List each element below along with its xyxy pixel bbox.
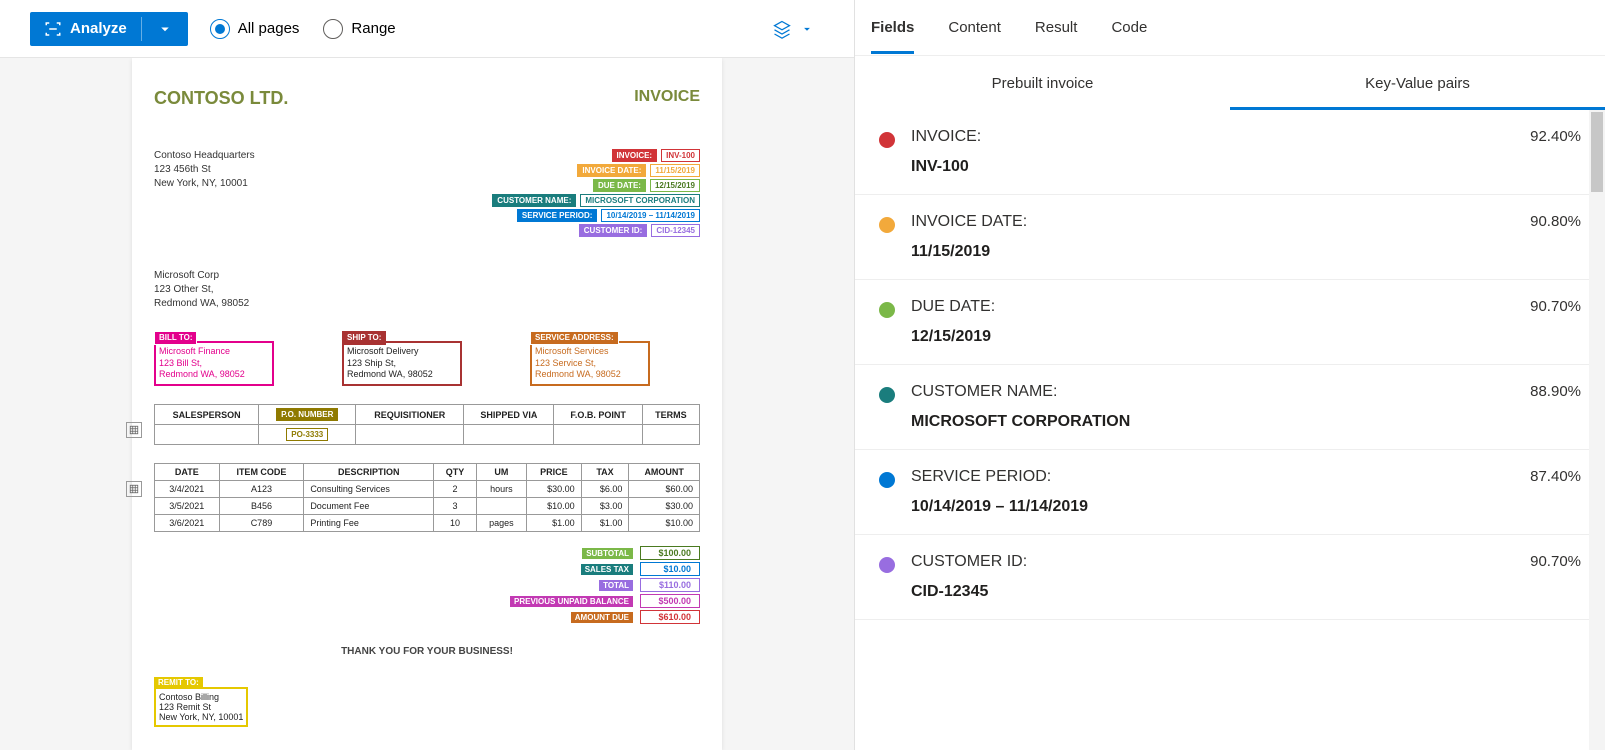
chevron-down-icon xyxy=(800,22,814,36)
bill-to-box: BILL TO: Microsoft Finance123 Bill St,Re… xyxy=(154,341,274,386)
tab-code[interactable]: Code xyxy=(1111,19,1147,36)
invoice-meta: INVOICE:INV-100 INVOICE DATE:11/15/2019 … xyxy=(492,149,700,239)
field-item[interactable]: CUSTOMER NAME: MICROSOFT CORPORATION 88.… xyxy=(855,365,1605,450)
field-key: INVOICE: xyxy=(911,128,1514,146)
field-list[interactable]: INVOICE: INV-100 92.40% INVOICE DATE: 11… xyxy=(855,110,1605,750)
table-icon[interactable] xyxy=(126,422,142,438)
thank-you: THANK YOU FOR YOUR BUSINESS! xyxy=(154,646,700,657)
subtab-kvp[interactable]: Key-Value pairs xyxy=(1230,56,1605,110)
confidence: 90.70% xyxy=(1530,553,1581,570)
po-table: SALESPERSON P.O. NUMBER REQUISITIONER SH… xyxy=(154,404,700,445)
confidence: 90.80% xyxy=(1530,213,1581,230)
field-value: 10/14/2019 – 11/14/2019 xyxy=(911,498,1514,516)
field-key: CUSTOMER NAME: xyxy=(911,383,1514,401)
color-dot-icon xyxy=(879,132,895,148)
color-dot-icon xyxy=(879,472,895,488)
field-key: INVOICE DATE: xyxy=(911,213,1514,231)
field-key: CUSTOMER ID: xyxy=(911,553,1514,571)
table-icon[interactable] xyxy=(126,481,142,497)
totals: SUBTOTAL$100.00 SALES TAX$10.00 TOTAL$11… xyxy=(154,546,700,624)
color-dot-icon xyxy=(879,217,895,233)
radio-icon xyxy=(323,19,343,39)
sub-tabs: Prebuilt invoice Key-Value pairs xyxy=(855,56,1605,110)
invoice-title: INVOICE xyxy=(634,88,700,106)
field-value: INV-100 xyxy=(911,158,1514,176)
analyze-label: Analyze xyxy=(70,20,127,37)
confidence: 90.70% xyxy=(1530,298,1581,315)
left-panel: Analyze All pages Range CONTOSO LTD. INV… xyxy=(0,0,855,750)
analyze-button[interactable]: Analyze xyxy=(30,12,188,46)
field-value: CID-12345 xyxy=(911,583,1514,601)
remit-to-box: REMIT TO: Contoso Billing123 Remit StNew… xyxy=(154,687,248,727)
field-key: DUE DATE: xyxy=(911,298,1514,316)
field-item[interactable]: CUSTOMER ID: CID-12345 90.70% xyxy=(855,535,1605,620)
ship-to-box: SHIP TO: Microsoft Delivery123 Ship St,R… xyxy=(342,341,462,386)
subtab-prebuilt[interactable]: Prebuilt invoice xyxy=(855,56,1230,110)
field-value: 11/15/2019 xyxy=(911,243,1514,261)
field-item[interactable]: INVOICE: INV-100 92.40% xyxy=(855,110,1605,195)
confidence: 92.40% xyxy=(1530,128,1581,145)
items-table: DATEITEM CODE DESCRIPTIONQTY UMPRICE TAX… xyxy=(154,463,700,532)
scrollbar[interactable] xyxy=(1589,110,1605,750)
toolbar: Analyze All pages Range xyxy=(0,0,854,58)
field-item[interactable]: SERVICE PERIOD: 10/14/2019 – 11/14/2019 … xyxy=(855,450,1605,535)
tab-fields[interactable]: Fields xyxy=(871,19,914,36)
tab-result[interactable]: Result xyxy=(1035,19,1078,36)
table-row: 3/5/2021B456Document Fee3$10.00$3.00$30.… xyxy=(155,498,700,515)
table-row: 3/6/2021C789Printing Fee10pages$1.00$1.0… xyxy=(155,515,700,532)
layers-button[interactable] xyxy=(772,19,814,39)
radio-range[interactable]: Range xyxy=(323,19,395,39)
hq-address: Contoso Headquarters123 456th StNew York… xyxy=(154,149,255,191)
main-tabs: Fields Content Result Code xyxy=(855,0,1605,56)
tab-content[interactable]: Content xyxy=(948,19,1001,36)
field-item[interactable]: DUE DATE: 12/15/2019 90.70% xyxy=(855,280,1605,365)
company-name: CONTOSO LTD. xyxy=(154,88,288,109)
document-page: CONTOSO LTD. INVOICE Contoso Headquarter… xyxy=(132,58,722,750)
field-key: SERVICE PERIOD: xyxy=(911,468,1514,486)
color-dot-icon xyxy=(879,557,895,573)
document-viewport[interactable]: CONTOSO LTD. INVOICE Contoso Headquarter… xyxy=(0,58,854,750)
field-item[interactable]: INVOICE DATE: 11/15/2019 90.80% xyxy=(855,195,1605,280)
table-row: 3/4/2021A123Consulting Services2hours$30… xyxy=(155,481,700,498)
field-value: 12/15/2019 xyxy=(911,328,1514,346)
scan-icon xyxy=(44,20,62,38)
color-dot-icon xyxy=(879,302,895,318)
to-address: Microsoft Corp123 Other St,Redmond WA, 9… xyxy=(154,269,700,311)
layers-icon xyxy=(772,19,792,39)
color-dot-icon xyxy=(879,387,895,403)
right-panel: Fields Content Result Code Prebuilt invo… xyxy=(855,0,1605,750)
chevron-down-icon xyxy=(156,20,174,38)
confidence: 87.40% xyxy=(1530,468,1581,485)
field-value: MICROSOFT CORPORATION xyxy=(911,413,1514,431)
radio-icon xyxy=(210,19,230,39)
page-radio-group: All pages Range xyxy=(210,19,396,39)
radio-all-pages[interactable]: All pages xyxy=(210,19,300,39)
service-address-box: SERVICE ADDRESS: Microsoft Services123 S… xyxy=(530,341,650,386)
confidence: 88.90% xyxy=(1530,383,1581,400)
